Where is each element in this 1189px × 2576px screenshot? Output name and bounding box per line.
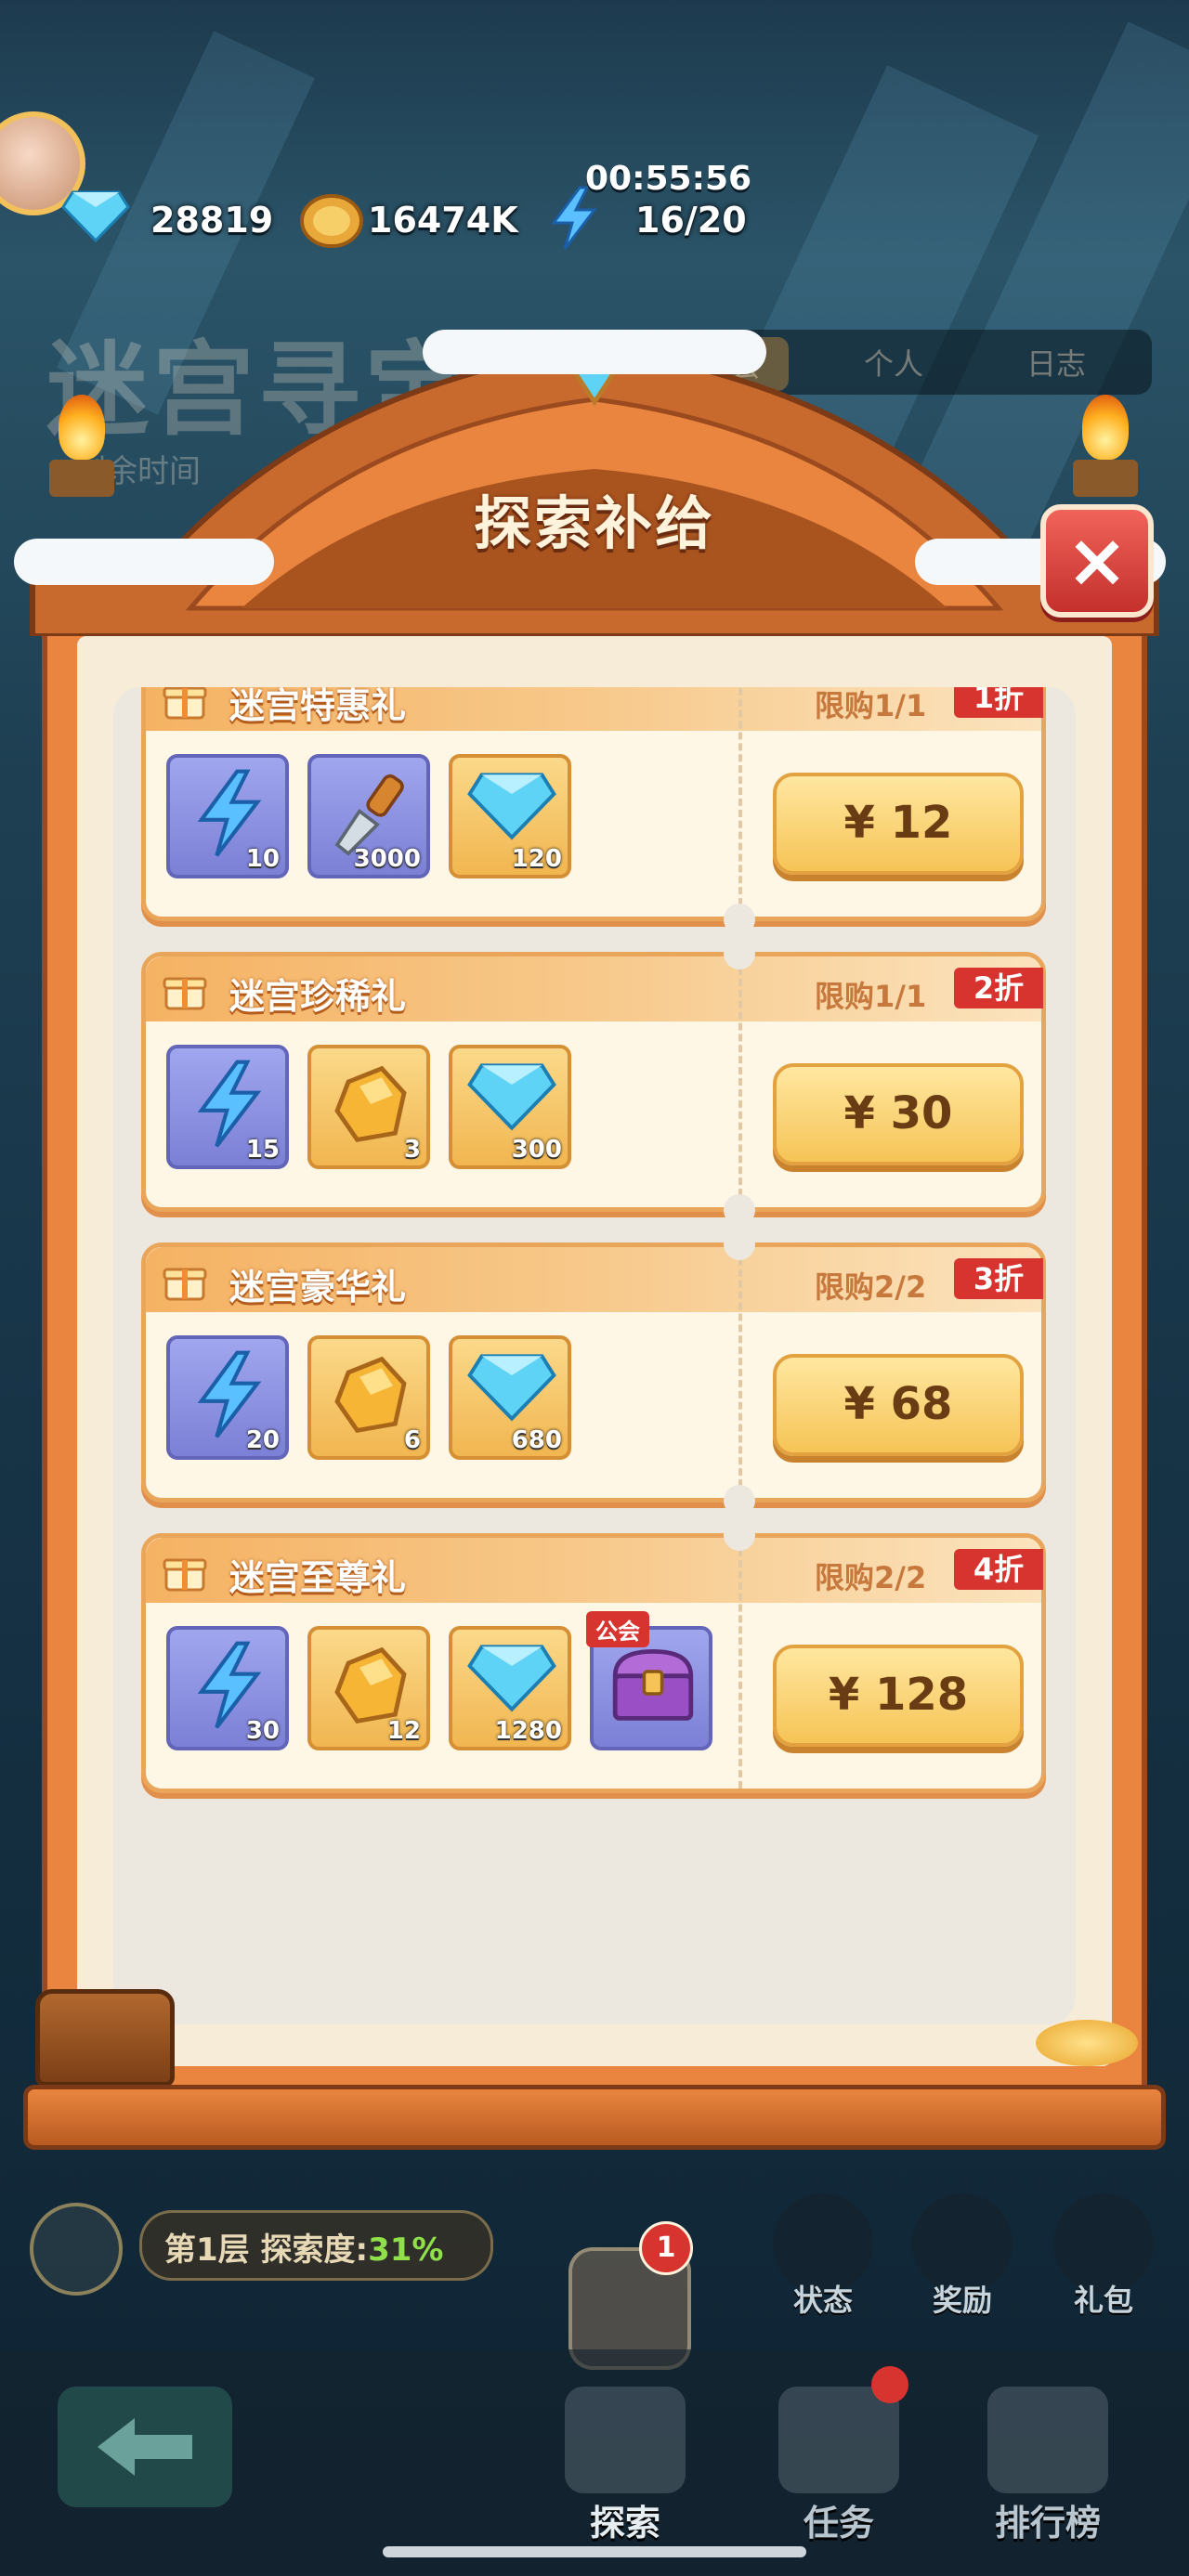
nav-tasks[interactable]: 任务 <box>755 2494 922 2545</box>
pack-title: 迷宫珍稀礼 <box>229 976 407 1017</box>
discount-badge: 4折 <box>954 1549 1043 1590</box>
pack-item[interactable]: 10 <box>166 754 289 878</box>
gift-pack-label: 礼包 <box>1073 2283 1133 2318</box>
gold-ore-icon <box>334 1065 407 1143</box>
energy-timer: 00:55:56 <box>585 160 752 198</box>
nav-explore[interactable]: 探索 <box>542 2494 709 2545</box>
purchase-limit: 限购2/2 <box>815 1269 927 1305</box>
status-label: 状态 <box>792 2283 853 2318</box>
back-arrow-icon <box>98 2418 192 2476</box>
purchase-limit: 限购2/2 <box>815 1560 927 1595</box>
pack-item[interactable]: 3 <box>307 1045 430 1169</box>
pack-item[interactable]: 680 <box>449 1335 571 1460</box>
pack-item[interactable]: 120 <box>449 754 571 878</box>
close-button[interactable]: × <box>1040 504 1154 618</box>
pack-item[interactable]: 300 <box>449 1045 571 1169</box>
price-button[interactable]: ¥ 12 <box>773 773 1024 875</box>
pack-card: 迷宫豪华礼 限购2/2 3折 20 6 680 ¥ 68 <box>141 1229 1046 1516</box>
pack-title: 迷宫豪华礼 <box>229 1267 407 1308</box>
diamond-icon <box>61 190 130 246</box>
leaderboard-tab-icon[interactable] <box>987 2387 1108 2493</box>
pack-card: 迷宫珍稀礼 限购1/1 2折 15 3 300 ¥ 30 <box>141 938 1046 1226</box>
task-tab-icon[interactable] <box>778 2387 899 2493</box>
diamond-icon <box>467 1645 556 1712</box>
modal-bottom-ledge <box>23 2085 1166 2150</box>
snow-top <box>423 330 766 374</box>
pack-title: 迷宫至尊礼 <box>229 1557 407 1598</box>
coin-count: 16474K <box>368 200 518 241</box>
pack-item[interactable]: 30 <box>166 1626 289 1750</box>
discount-badge: 2折 <box>954 968 1043 1008</box>
pack-item[interactable]: 15 <box>166 1045 289 1169</box>
pack-item[interactable]: 1280 <box>449 1626 571 1750</box>
gem-count: 28819 <box>150 200 274 241</box>
pack-item[interactable]: 20 <box>166 1335 289 1460</box>
pack-card: 迷宫特惠礼 限购1/1 1折 10 3000 120 ¥ 12 <box>141 687 1046 935</box>
pack-item[interactable]: 6 <box>307 1335 430 1460</box>
energy-count: 16/20 <box>635 200 747 241</box>
pack-item[interactable]: 12 <box>307 1626 430 1750</box>
price-button[interactable]: ¥ 128 <box>773 1645 1024 1747</box>
home-indicator[interactable] <box>383 2546 806 2557</box>
pack-card: 迷宫至尊礼 限购2/2 4折 30 12 1280 公会 ¥ 128 <box>141 1519 1046 1793</box>
price-button[interactable]: ¥ 68 <box>773 1354 1024 1456</box>
reward-label: 奖励 <box>932 2283 992 2318</box>
floor-label: 第1层 探索度: <box>164 2231 369 2269</box>
pack-title: 迷宫特惠礼 <box>229 687 407 726</box>
gift-icon <box>163 1558 207 1592</box>
explore-tab-icon[interactable] <box>565 2387 686 2493</box>
back-button[interactable] <box>58 2387 232 2507</box>
floor-progress: 第1层 探索度:31% <box>139 2210 493 2281</box>
gift-icon <box>163 687 207 720</box>
diamond-icon <box>467 1063 556 1131</box>
supply-modal: 探索补给 × 5 2000 60 ¥ 6 <box>14 330 1166 2150</box>
close-icon: × <box>1065 517 1129 604</box>
purchase-limit: 限购1/1 <box>815 979 927 1014</box>
purchase-limit: 限购1/1 <box>815 688 927 723</box>
explore-progress: 31% <box>368 2231 444 2269</box>
modal-title: 探索补给 <box>473 489 715 557</box>
discount-badge: 3折 <box>954 1258 1043 1299</box>
coin-pile-icon <box>1036 2020 1138 2066</box>
treasure-chest-icon <box>35 1989 175 2087</box>
diamond-icon <box>467 1354 556 1422</box>
pack-item[interactable]: 3000 <box>307 754 430 878</box>
notification-badge: 1 <box>639 2221 693 2275</box>
coin-icon <box>299 193 364 253</box>
pack-list[interactable]: 5 2000 60 ¥ 6 迷宫特惠礼 限购1/1 1折 <box>113 687 1076 2024</box>
gold-ore-icon <box>334 1356 407 1434</box>
chat-button[interactable] <box>30 2203 123 2296</box>
gift-icon <box>163 1268 207 1301</box>
task-red-dot <box>871 2366 908 2403</box>
diamond-icon <box>467 773 556 840</box>
nav-leaderboard[interactable]: 排行榜 <box>964 2494 1131 2545</box>
pack-item[interactable]: 公会 <box>586 1611 712 1750</box>
gift-icon <box>163 977 207 1010</box>
price-button[interactable]: ¥ 30 <box>773 1063 1024 1165</box>
treasure-chest-icon <box>612 1648 694 1721</box>
discount-badge: 1折 <box>954 687 1043 718</box>
